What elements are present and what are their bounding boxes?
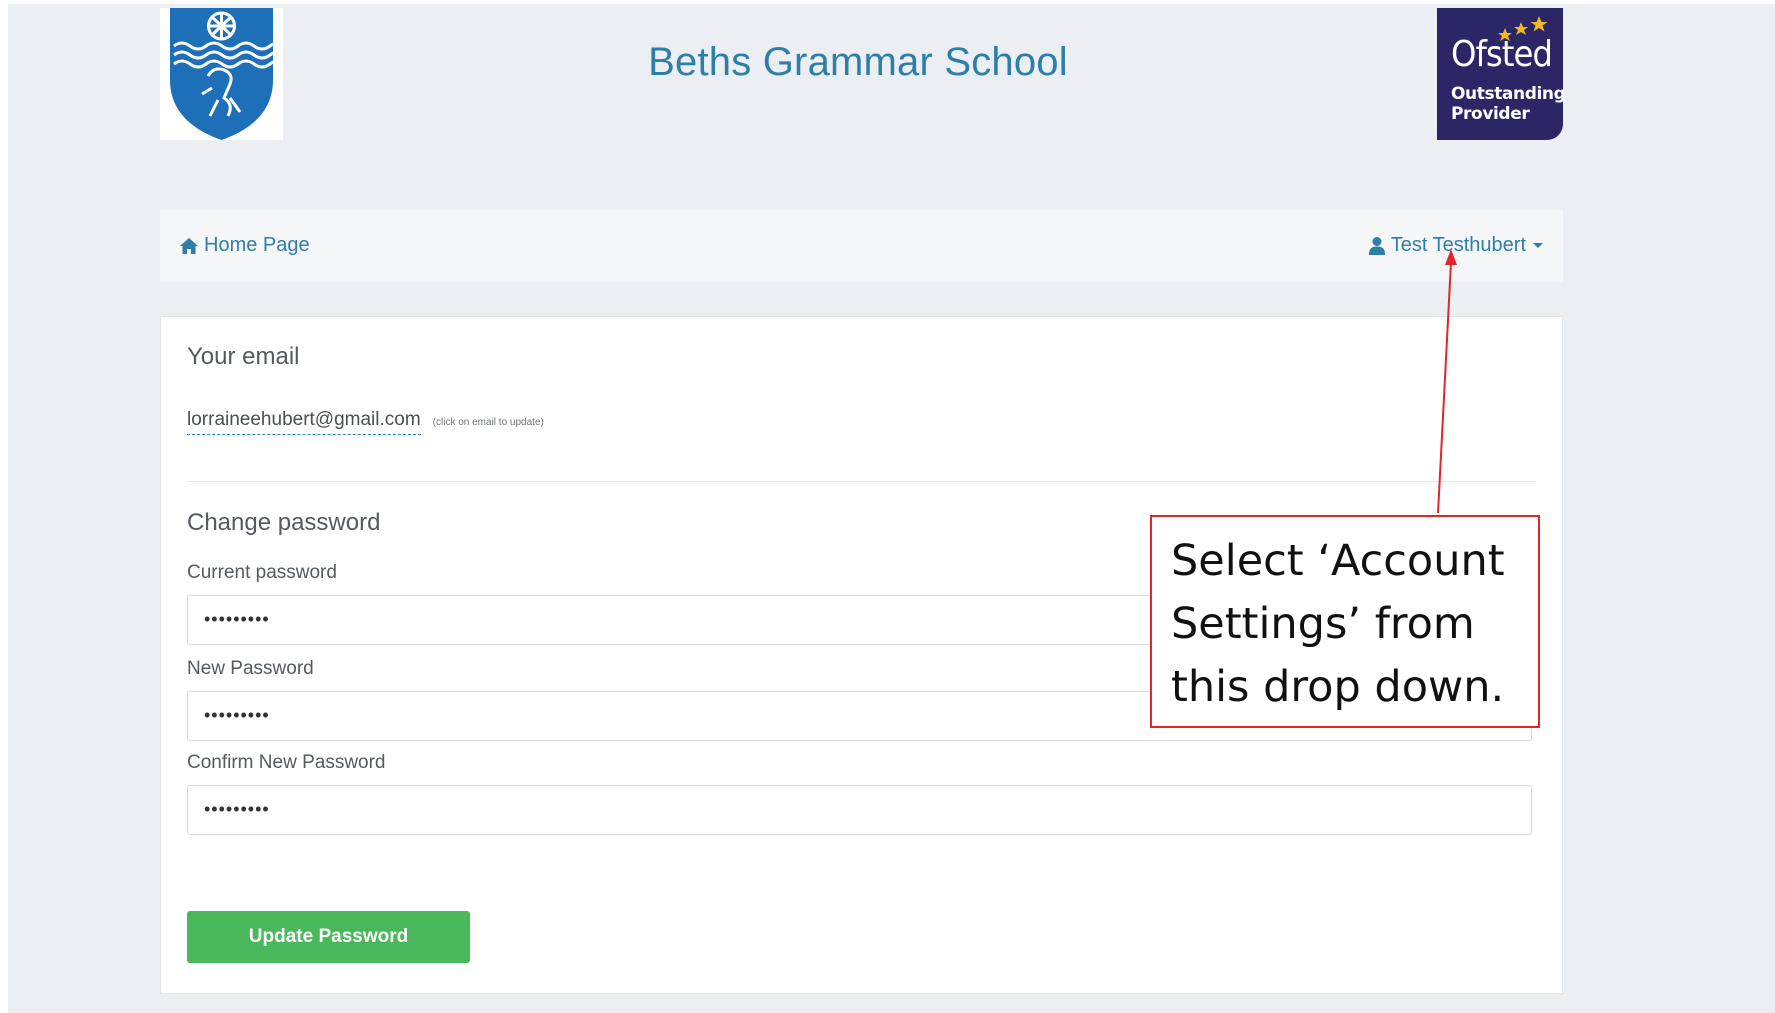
user-name-label: Test Testhubert — [1390, 234, 1526, 256]
email-hint: (click on email to update) — [432, 417, 544, 428]
annotation-line-1: Select ‘Account — [1171, 536, 1505, 586]
new-password-label: New Password — [187, 658, 314, 679]
annotation-callout: Select ‘Account Settings’ from this drop… — [1150, 515, 1540, 728]
ofsted-rating-line1: Outstanding — [1451, 84, 1566, 104]
current-password-label: Current password — [187, 562, 337, 583]
section-divider — [187, 481, 1536, 482]
annotation-line-3: this drop down. — [1171, 662, 1505, 712]
ofsted-rating-line2: Provider — [1451, 104, 1530, 124]
top-navbar: Home Page Test Testhubert — [160, 210, 1563, 282]
user-icon — [1368, 236, 1385, 255]
home-page-label: Home Page — [204, 234, 310, 256]
school-crest-icon — [160, 8, 283, 140]
page-background: Beths Grammar School Ofsted Outstanding … — [8, 4, 1775, 1013]
school-name: Beths Grammar School — [648, 40, 1068, 84]
email-section-title: Your email — [187, 343, 300, 370]
caret-down-icon — [1533, 243, 1543, 248]
annotation-line-2: Settings’ from — [1171, 599, 1475, 649]
email-row: lorraineehubert@gmail.com (click on emai… — [187, 409, 544, 435]
ofsted-rating: Outstanding Provider — [1451, 84, 1566, 124]
email-link[interactable]: lorraineehubert@gmail.com — [187, 409, 421, 435]
ofsted-badge: Ofsted Outstanding Provider — [1437, 8, 1566, 140]
ofsted-name: Ofsted — [1451, 34, 1553, 75]
confirm-password-label: Confirm New Password — [187, 752, 386, 773]
home-icon — [180, 237, 198, 254]
confirm-password-input[interactable]: ••••••••• — [187, 785, 1532, 835]
update-password-button[interactable]: Update Password — [187, 911, 470, 963]
password-section-title: Change password — [187, 509, 381, 536]
user-menu-dropdown[interactable]: Test Testhubert — [1368, 234, 1543, 257]
home-page-link[interactable]: Home Page — [180, 234, 310, 257]
